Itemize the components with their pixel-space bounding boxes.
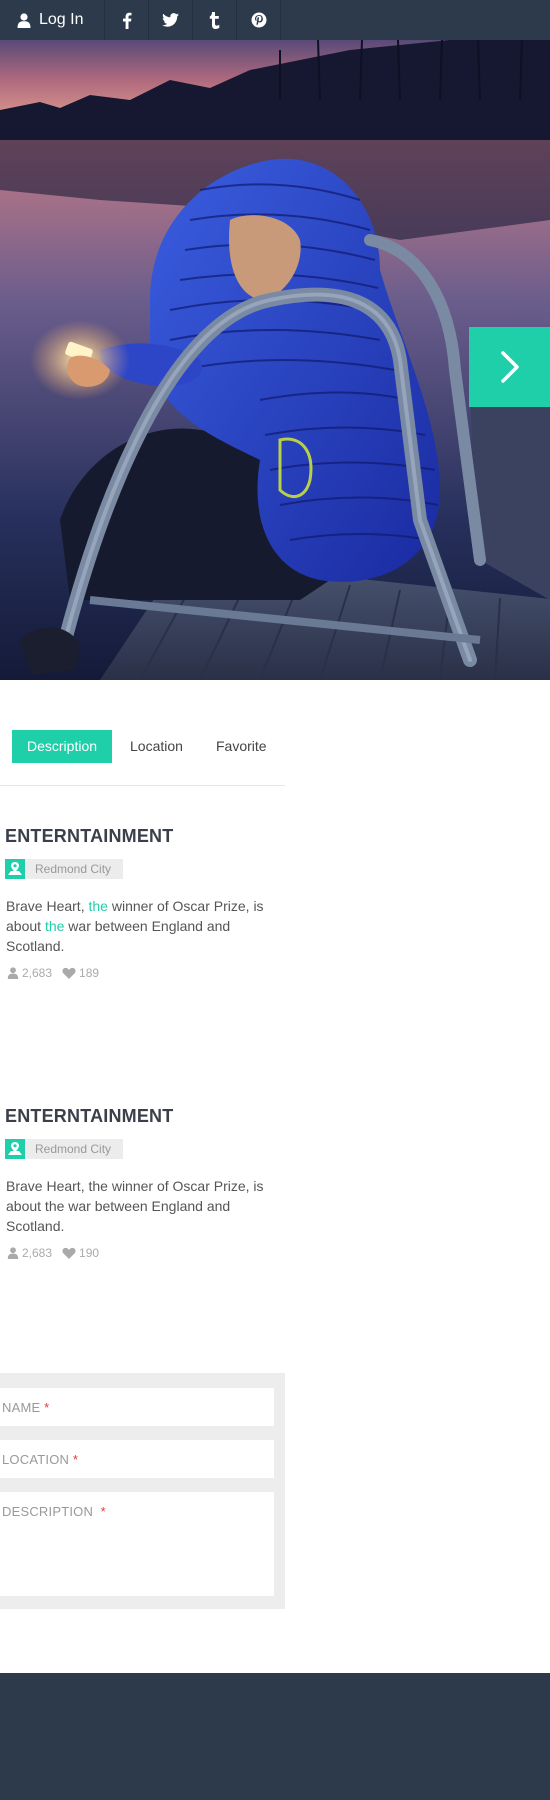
user-icon <box>7 967 19 979</box>
users-value: 2,683 <box>22 1246 53 1260</box>
card-title: ENTERNTAINMENT <box>5 826 174 846</box>
likes-count[interactable]: 189 <box>62 966 99 980</box>
heart-icon <box>62 967 76 979</box>
card-title: ENTERNTAINMENT <box>5 1106 174 1126</box>
next-slide-button[interactable] <box>469 327 550 407</box>
likes-value: 190 <box>79 1246 100 1260</box>
footer <box>0 1673 550 1800</box>
user-icon <box>7 1247 19 1259</box>
top-bar: Log In <box>0 0 550 40</box>
twitter-button[interactable] <box>149 0 193 40</box>
desc-highlight: the <box>44 918 65 934</box>
tumblr-icon <box>209 11 220 29</box>
users-value: 2,683 <box>22 966 53 980</box>
required-mark: * <box>100 1504 106 1519</box>
user-icon <box>17 12 31 28</box>
login-label: Log In <box>39 11 84 28</box>
pinterest-icon <box>251 12 266 28</box>
event-card: ENTERNTAINMENT Redmond City Brave Heart,… <box>0 826 285 996</box>
chevron-right-icon <box>500 351 519 383</box>
desc-text: Brave Heart, <box>6 898 89 914</box>
map-pin-icon <box>5 1139 25 1159</box>
twitter-icon <box>162 13 179 27</box>
users-count: 2,683 <box>7 966 52 980</box>
tab-favorite[interactable]: Favorite <box>216 730 267 763</box>
description-field[interactable]: DESCRIPTION * <box>0 1492 274 1596</box>
hero-image <box>0 40 550 680</box>
description-label: DESCRIPTION * <box>2 1504 106 1519</box>
location-field[interactable]: LOCATION * <box>0 1440 274 1478</box>
card-stats: 2,683 189 <box>7 966 109 980</box>
card-description: Brave Heart, the winner of Oscar Prize, … <box>6 1178 264 1234</box>
name-label: NAME * <box>2 1400 50 1415</box>
likes-value: 189 <box>79 966 100 980</box>
tumblr-button[interactable] <box>193 0 237 40</box>
name-field[interactable]: NAME * <box>0 1388 274 1426</box>
required-mark: * <box>72 1452 79 1467</box>
card-description: Brave Heart, the winner of Oscar Prize, … <box>6 896 266 956</box>
location-badge: Redmond City <box>5 1139 123 1159</box>
desc-highlight: the <box>88 898 108 914</box>
tabs-bar: Description Location Favorite <box>0 730 285 786</box>
login-button[interactable]: Log In <box>0 0 105 40</box>
location-badge: Redmond City <box>5 859 123 879</box>
location-label: LOCATION * <box>2 1452 79 1467</box>
likes-count[interactable]: 190 <box>62 1246 99 1260</box>
required-mark: * <box>44 1400 50 1415</box>
hero-photo <box>0 40 550 680</box>
tab-description[interactable]: Description <box>12 730 113 763</box>
pinterest-button[interactable] <box>237 0 281 40</box>
facebook-icon <box>122 12 131 29</box>
users-count: 2,683 <box>7 1246 52 1260</box>
map-pin-icon <box>5 859 25 879</box>
location-text: Redmond City <box>35 862 112 876</box>
heart-icon <box>62 1247 76 1259</box>
card-stats: 2,683 190 <box>7 1246 109 1260</box>
contact-form: NAME * LOCATION * DESCRIPTION * <box>0 1373 285 1609</box>
facebook-button[interactable] <box>105 0 149 40</box>
event-card: ENTERNTAINMENT Redmond City Brave Heart,… <box>0 1106 285 1276</box>
tab-location[interactable]: Location <box>130 730 183 763</box>
location-text: Redmond City <box>35 1142 112 1156</box>
